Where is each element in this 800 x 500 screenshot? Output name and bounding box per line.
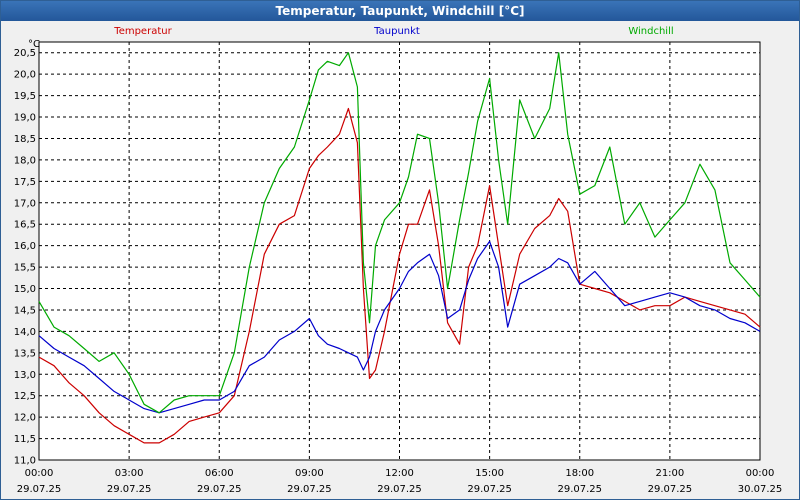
x-tick-date-label: 29.07.25 — [287, 484, 332, 495]
y-tick-label: 11,5 — [14, 434, 36, 445]
legend-item-windchill: Windchill — [628, 26, 673, 37]
line-chart: 11,0 11,5 12,0 12,5 13,0 13,5 14,0 14,5 15,0 15,5… — [14, 26, 783, 495]
legend: Temperatur Taupunkt Windchill — [113, 26, 673, 37]
y-tick-label: 12,0 — [14, 413, 36, 424]
legend-item-temperatur: Temperatur — [113, 26, 172, 37]
x-tick-time-label: 18:00 — [565, 468, 594, 479]
y-tick-label: 19,0 — [14, 113, 36, 124]
x-tick-date-label: 29.07.25 — [648, 484, 693, 495]
x-tick-date-label: 29.07.25 — [557, 484, 602, 495]
x-tick-time-label: 06:00 — [205, 468, 234, 479]
x-tick-date-label: 29.07.25 — [107, 484, 152, 495]
y-tick-label: 15,0 — [14, 284, 36, 295]
y-tick-label: 18,0 — [14, 155, 36, 166]
y-tick-label: 18,5 — [14, 134, 36, 145]
x-tick-time-label: 09:00 — [295, 468, 324, 479]
y-tick-label: 20,0 — [14, 70, 36, 81]
x-tick-date-label: 29.07.25 — [197, 484, 242, 495]
y-axis-unit-label: °C — [28, 39, 40, 50]
x-tick-date-label: 30.07.25 — [738, 484, 783, 495]
y-tick-label: 14,0 — [14, 327, 36, 338]
x-tick-date-label: 29.07.25 — [467, 484, 512, 495]
y-tick-label: 14,5 — [14, 305, 36, 316]
y-axis-ticks: 11,0 11,5 12,0 12,5 13,0 13,5 14,0 14,5 15,0 15,5… — [14, 48, 36, 466]
x-tick-date-label: 29.07.25 — [17, 484, 62, 495]
y-tick-label: 17,0 — [14, 198, 36, 209]
y-tick-label: 11,0 — [14, 456, 36, 467]
y-tick-label: 13,5 — [14, 348, 36, 359]
x-tick-time-label: 12:00 — [385, 468, 414, 479]
y-tick-label: 16,5 — [14, 220, 36, 231]
y-tick-label: 17,5 — [14, 177, 36, 188]
x-tick-time-label: 21:00 — [655, 468, 684, 479]
x-tick-time-label: 00:00 — [25, 468, 54, 479]
x-tick-time-label: 00:00 — [746, 468, 775, 479]
x-tick-time-label: 03:00 — [115, 468, 144, 479]
y-tick-label: 12,5 — [14, 391, 36, 402]
x-axis-ticks: 00:00 29.07.25 03:00 29.07.25 06:00 29.07.25 0… — [17, 468, 783, 495]
y-tick-label: 19,5 — [14, 91, 36, 102]
y-tick-label: 15,5 — [14, 263, 36, 274]
x-tick-time-label: 15:00 — [475, 468, 504, 479]
y-tick-label: 13,0 — [14, 370, 36, 381]
x-tick-date-label: 29.07.25 — [377, 484, 422, 495]
y-tick-label: 16,0 — [14, 241, 36, 252]
legend-item-taupunkt: Taupunkt — [373, 26, 420, 37]
